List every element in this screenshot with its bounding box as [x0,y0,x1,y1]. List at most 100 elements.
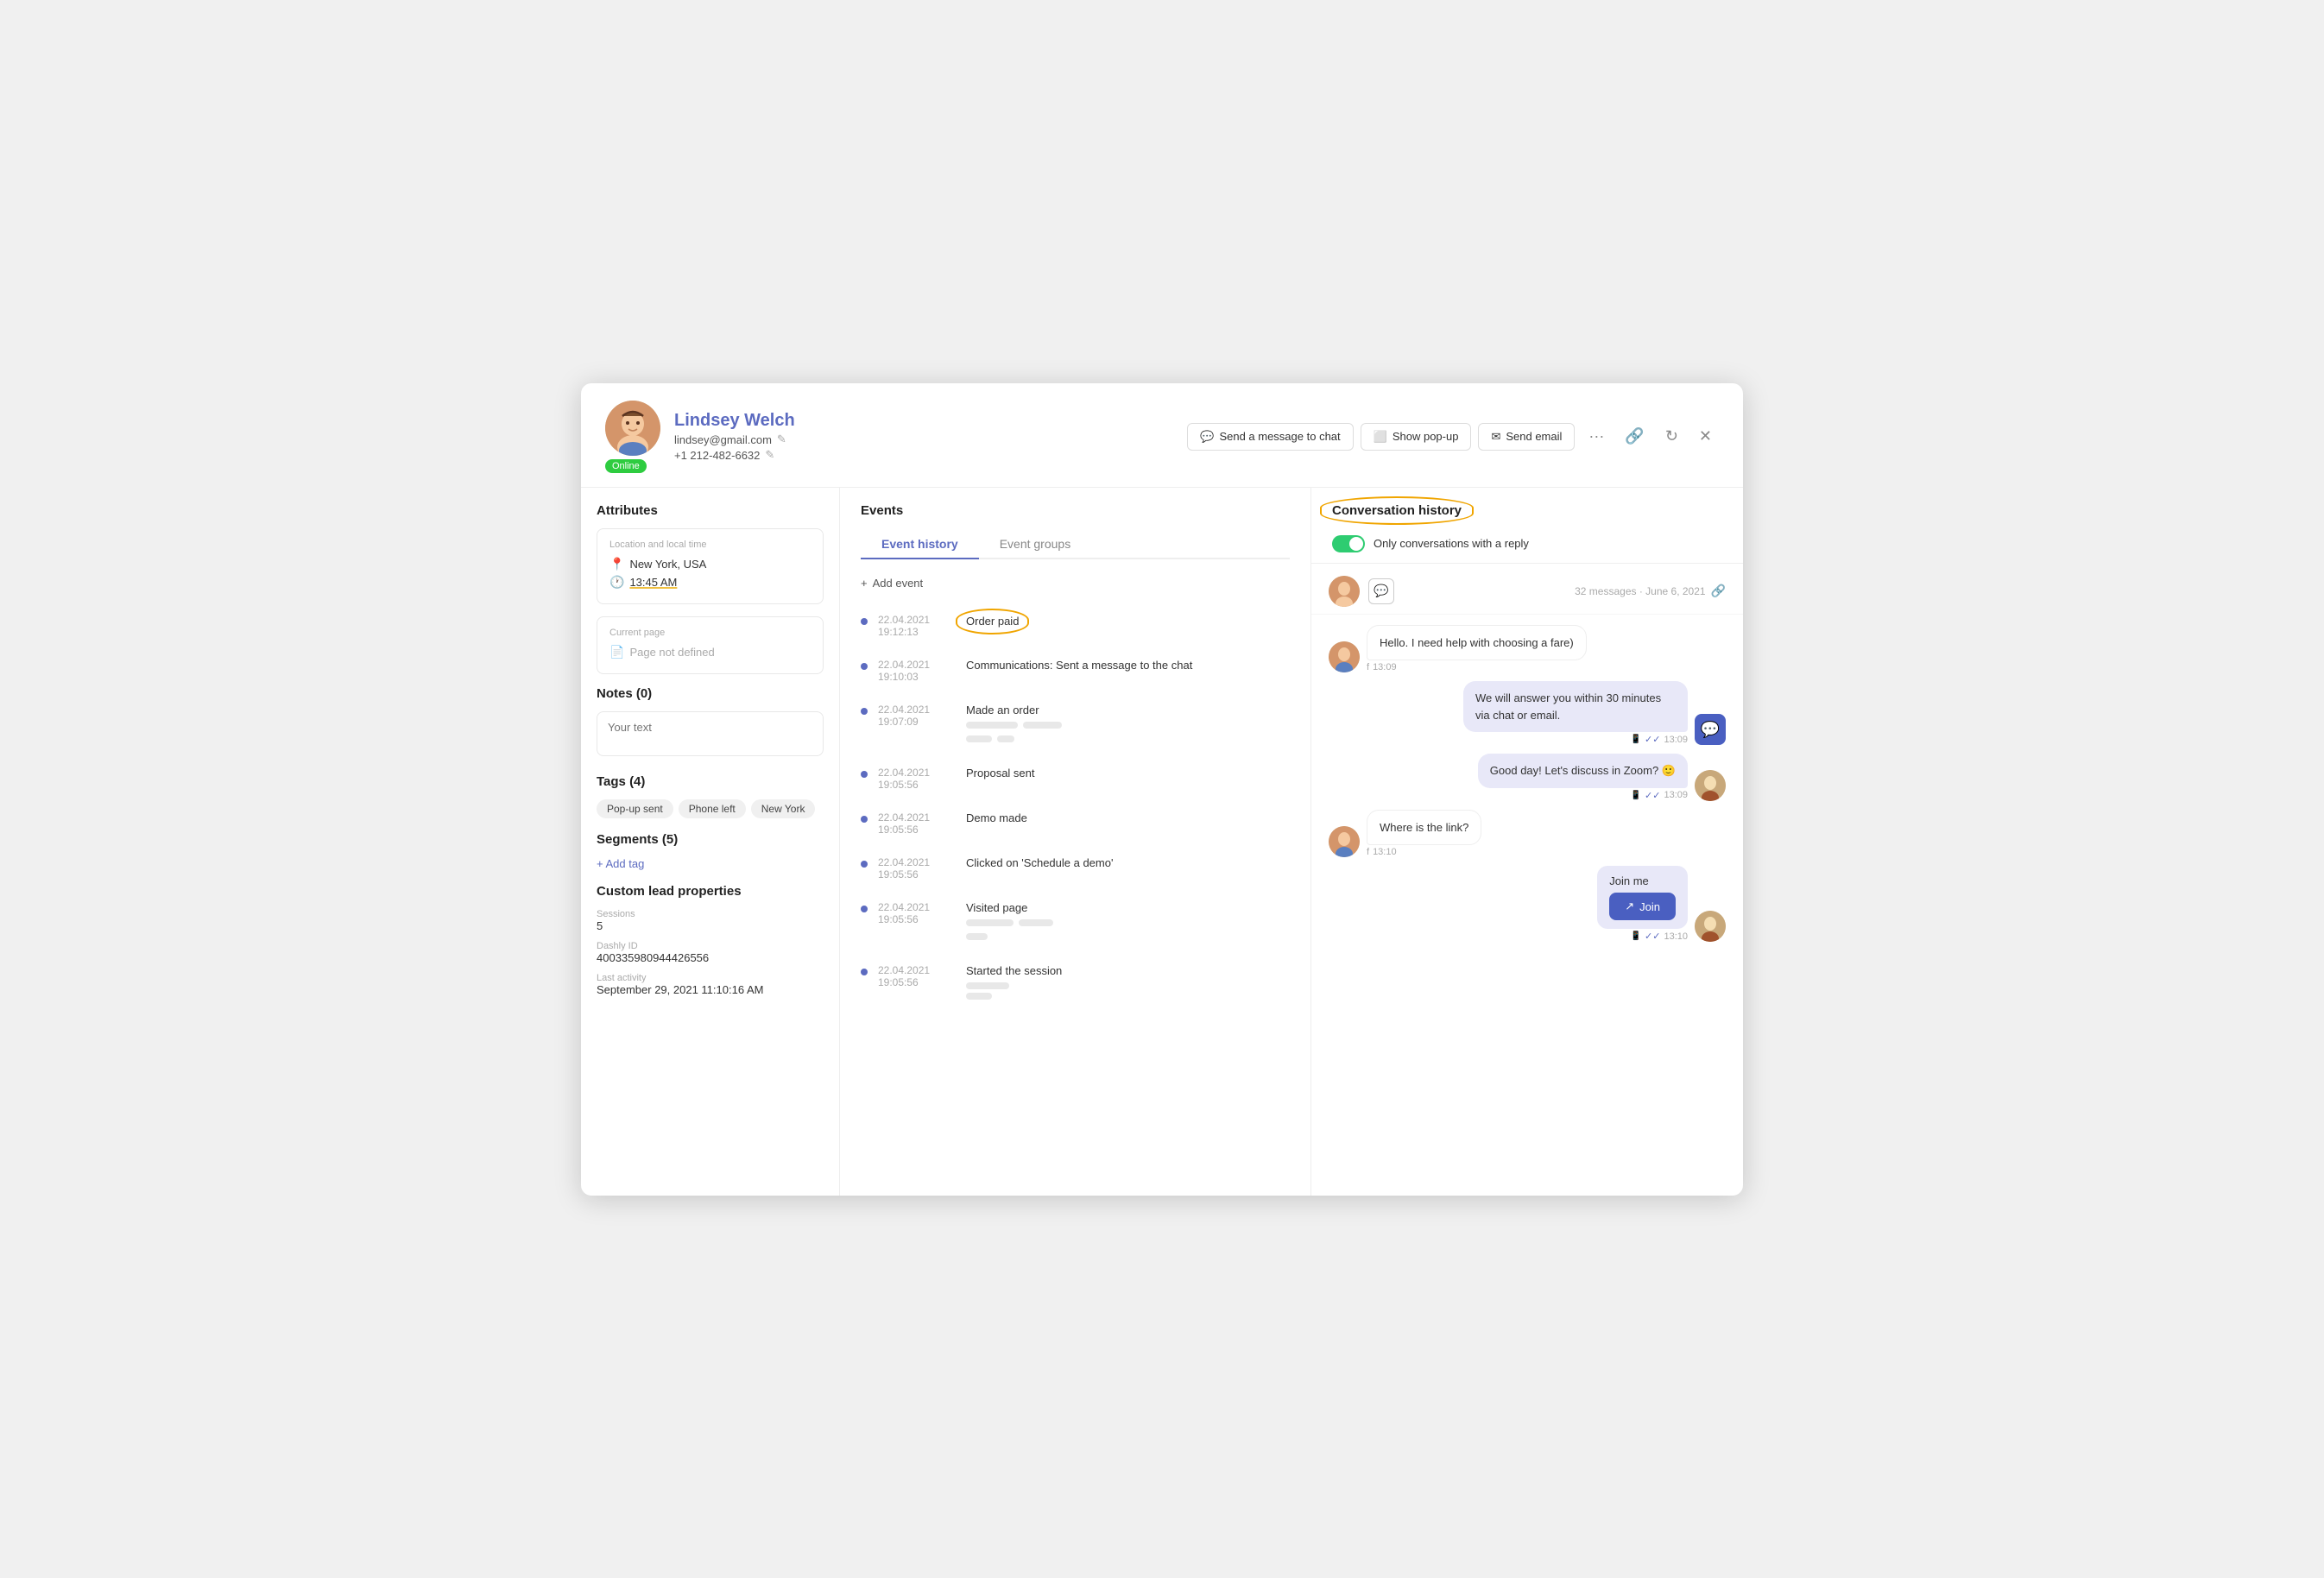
user-info: Lindsey Welch lindsey@gmail.com ✎ +1 212… [674,411,1173,462]
conversation-panel: Conversation history Only conversations … [1311,488,1743,1196]
add-event-button[interactable]: + Add event [861,570,923,596]
notes-input[interactable] [597,711,824,756]
skeleton [966,722,1018,729]
current-page-box: Current page 📄 Page not defined [597,616,824,674]
msg-time-text: 13:09 [1664,790,1688,800]
msg-avatar-male [1695,770,1726,801]
add-tag-text: + Add tag [597,857,644,870]
msg-time-text: 13:10 [1664,931,1688,942]
event-dot [861,771,868,778]
tab-event-history[interactable]: Event history [861,530,979,559]
conversation-title: Conversation history [1332,503,1462,518]
fb-icon: f [1367,847,1369,857]
conv-chat-icon: 💬 [1368,578,1394,604]
show-popup-label: Show pop-up [1393,430,1459,443]
event-content: Communications: Sent a message to the ch… [966,659,1290,675]
msg-time: f 13:09 [1367,662,1587,672]
external-link-icon: ↗ [1625,899,1634,913]
phone-edit-icon[interactable]: ✎ [765,448,774,462]
event-name: Communications: Sent a message to the ch… [966,659,1290,672]
event-time: 22.04.202119:10:03 [878,659,956,683]
event-content: Clicked on 'Schedule a demo' [966,856,1290,873]
msg-time: 📱 ✓✓ 13:10 [1631,931,1688,942]
tag-new-york: New York [751,799,816,818]
event-dot [861,816,868,823]
notes-section: Notes (0) [597,686,824,761]
message-row: Good day! Let's discuss in Zoom? 🙂 📱 ✓✓ … [1329,754,1726,801]
location-icon: 📍 [609,557,624,571]
send-message-button[interactable]: 💬 Send a message to chat [1187,423,1353,451]
list-item: 22.04.202119:07:09 Made an order [861,693,1290,756]
event-time: 22.04.202119:05:56 [878,964,956,988]
add-tag-link[interactable]: + Add tag [597,857,824,870]
toggle-knob [1349,537,1363,551]
user-avatar-section: Online [605,401,660,473]
list-item: 22.04.202119:10:03 Communications: Sent … [861,648,1290,693]
chat-bubble-icon: 💬 [1200,430,1214,444]
conversation-header: Conversation history [1311,488,1743,528]
event-name: Visited page [966,901,1290,914]
join-button[interactable]: ↗ Join [1609,893,1676,920]
event-list: 22.04.202119:12:13 Order paid 22.04.2021… [861,603,1290,1013]
event-content: Proposal sent [966,767,1290,783]
event-time: 22.04.202119:12:13 [878,614,956,638]
msg-time: 📱 ✓✓ 13:09 [1631,734,1688,745]
conv-link-icon[interactable]: 🔗 [1711,584,1726,598]
send-email-button[interactable]: ✉ Send email [1478,423,1575,451]
dashly-id-value: 400335980944426556 [597,951,824,964]
messages-area: Hello. I need help with choosing a fare)… [1311,615,1743,953]
event-name: Started the session [966,964,1290,977]
close-icon[interactable]: ✕ [1692,424,1719,449]
msg-col: Join me ↗ Join 📱 ✓✓ 13:10 [1597,866,1688,942]
event-content: Demo made [966,811,1290,828]
current-page-label: Current page [609,628,811,638]
list-item: 22.04.202119:05:56 Clicked on 'Schedule … [861,846,1290,891]
modal-header: Online Lindsey Welch lindsey@gmail.com ✎… [581,383,1743,488]
email-edit-icon[interactable]: ✎ [777,432,786,446]
event-time: 22.04.202119:07:09 [878,704,956,728]
page-icon: 📄 [609,645,624,660]
events-panel: Events Event history Event groups + Add … [840,488,1311,1196]
msg-avatar-female2 [1329,826,1360,857]
msg-col: Where is the link? f 13:10 [1367,810,1481,858]
event-name: Clicked on 'Schedule a demo' [966,856,1290,869]
contact-modal: Online Lindsey Welch lindsey@gmail.com ✎… [581,383,1743,1196]
link-icon[interactable]: 🔗 [1618,424,1651,449]
refresh-icon[interactable]: ↻ [1658,424,1685,449]
skeleton [1023,722,1062,729]
messages-count: 32 messages · June 6, 2021 [1575,585,1705,597]
message-row: Hello. I need help with choosing a fare)… [1329,625,1726,673]
event-name: Order paid [966,615,1019,628]
skeleton [966,735,992,742]
phone-icon-small: 📱 [1631,931,1641,941]
msg-time-text: 13:10 [1373,847,1397,857]
tags-title: Tags (4) [597,774,824,789]
current-page-row: 📄 Page not defined [609,645,811,660]
double-check-icon: ✓✓ [1645,734,1660,745]
message-bubble: Good day! Let's discuss in Zoom? 🙂 [1478,754,1688,788]
event-name: Demo made [966,811,1290,824]
list-item: 22.04.202119:12:13 Order paid [861,603,1290,648]
custom-props-section: Custom lead properties Sessions 5 Dashly… [597,884,824,996]
event-name: Proposal sent [966,767,1290,780]
conversation-item-header: 💬 32 messages · June 6, 2021 🔗 [1311,564,1743,615]
tab-event-groups[interactable]: Event groups [979,530,1092,559]
phone-icon-small: 📱 [1631,791,1641,800]
sessions-row: Sessions 5 [597,909,824,932]
conversation-meta: 32 messages · June 6, 2021 🔗 [1575,584,1726,598]
event-time: 22.04.202119:05:56 [878,901,956,925]
msg-avatar-female [1329,641,1360,672]
clock-icon: 🕐 [609,575,624,590]
show-popup-button[interactable]: ⬜ Show pop-up [1361,423,1472,451]
conversation-body: 💬 32 messages · June 6, 2021 🔗 [1311,564,1743,1196]
msg-time: f 13:10 [1367,847,1481,857]
skeleton [997,735,1014,742]
conversations-toggle[interactable] [1332,535,1365,552]
msg-time-text: 13:09 [1664,735,1688,745]
skeleton [966,933,988,940]
main-layout: Attributes Location and local time 📍 New… [581,488,1743,1196]
skeleton [966,982,1009,989]
plus-icon: + [861,577,868,590]
fb-icon: f [1367,662,1369,672]
more-options-button[interactable]: ··· [1582,424,1611,449]
